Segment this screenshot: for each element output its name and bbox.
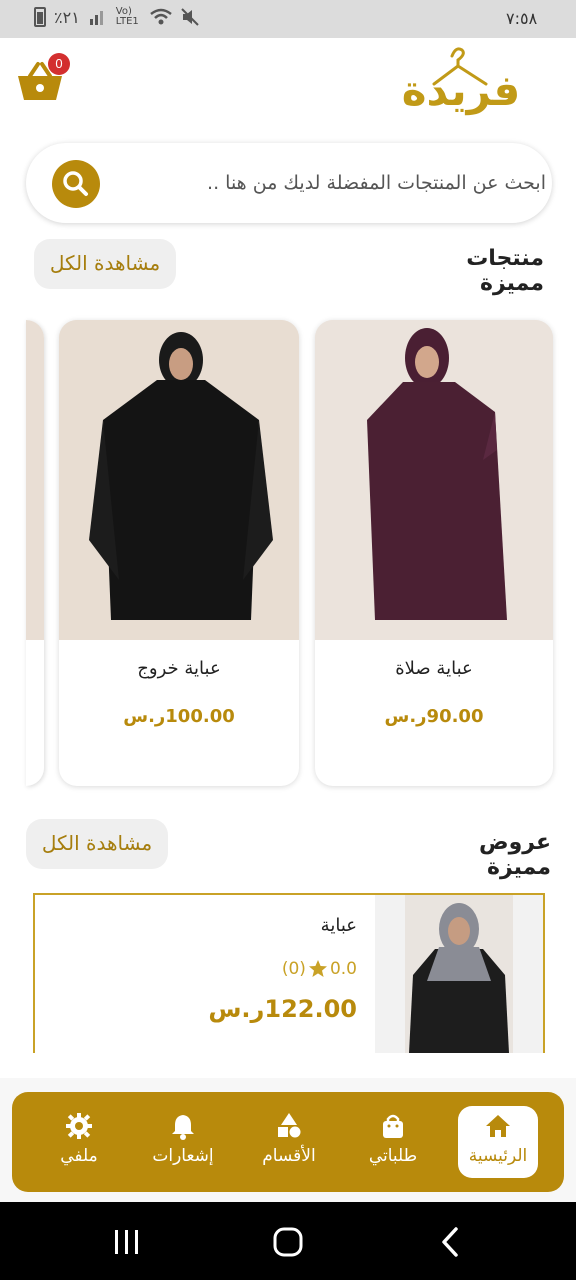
product-image (59, 320, 299, 640)
featured-products-title: منتجات مميزة (466, 246, 544, 296)
product-name: عباية صلاة (395, 658, 473, 679)
status-icons: ٪٢١ Vo) LTE1 (34, 7, 200, 27)
mute-icon (181, 8, 199, 26)
review-count: (0) (281, 959, 306, 979)
featured-products-view-all-button[interactable]: مشاهدة الكل (34, 239, 176, 289)
product-image (26, 320, 44, 640)
offer-rating: (0) 0.0 (282, 959, 357, 979)
nav-label-orders: طلباتي (368, 1146, 418, 1166)
offer-price: 122.00ر.س (208, 995, 357, 1023)
bell-icon (172, 1115, 194, 1140)
recent-apps-icon[interactable] (112, 1228, 142, 1256)
search-input[interactable] (118, 163, 546, 203)
system-navigation-bar (0, 1202, 576, 1280)
cart-count-badge: 0 (48, 53, 70, 75)
wifi-icon (150, 8, 172, 25)
featured-offers-title: عروض مميزة (479, 830, 551, 880)
nav-item-home[interactable]: الرئيسية (458, 1106, 538, 1178)
home-icon (486, 1115, 510, 1137)
network-label: Vo) LTE1 (115, 6, 139, 27)
nav-label-profile: ملفي (60, 1146, 98, 1166)
battery-icon (34, 7, 46, 27)
product-card-partial[interactable] (26, 320, 44, 786)
offer-name: عباية (320, 915, 357, 936)
search-icon (63, 171, 88, 196)
battery-percent: ٪٢١ (54, 7, 80, 27)
nav-label-notifications: إشعارات (152, 1146, 214, 1166)
offer-card[interactable]: عباية (0) 0.0 122.00ر.س (33, 893, 545, 1053)
back-icon[interactable] (438, 1226, 462, 1258)
status-bar: ٪٢١ Vo) LTE1 ٧:٥٨ (0, 0, 576, 38)
nav-label-home: الرئيسية (468, 1146, 528, 1166)
brand-logo: فريدة (401, 66, 521, 115)
app-screen: ٪٢١ Vo) LTE1 ٧:٥٨ 0 فريدة منتجات مميزة م… (0, 0, 576, 1280)
search-button[interactable] (52, 160, 100, 208)
product-image (315, 320, 553, 640)
nav-item-profile[interactable]: ملفي (34, 1106, 124, 1178)
rating-value: 0.0 (329, 959, 357, 979)
categories-icon (278, 1113, 301, 1138)
nav-item-notifications[interactable]: إشعارات (138, 1106, 228, 1178)
product-price: 90.00ر.س (384, 706, 484, 727)
offer-image (375, 895, 543, 1053)
featured-offers-view-all-button[interactable]: مشاهدة الكل (26, 819, 168, 869)
product-card[interactable]: عباية خروج 100.00ر.س (59, 320, 299, 786)
gear-icon (66, 1113, 92, 1139)
clock: ٧:٥٨ (506, 9, 538, 28)
home-button-icon[interactable] (272, 1226, 304, 1258)
grey-hijab-abaya-image (405, 895, 513, 1053)
nav-label-categories: الأقسام (262, 1146, 316, 1166)
product-card[interactable]: عباية صلاة 90.00ر.س (315, 320, 553, 786)
product-price: 100.00ر.س (123, 706, 235, 727)
star-icon (308, 960, 327, 977)
nav-item-categories[interactable]: الأقسام (244, 1106, 334, 1178)
purple-abaya-image (315, 320, 553, 640)
signal-icon (89, 11, 103, 25)
black-abaya-image (59, 320, 299, 640)
nav-item-orders[interactable]: طلباتي (348, 1106, 438, 1178)
shopping-bag-icon (383, 1114, 403, 1138)
product-name: عباية خروج (137, 658, 221, 679)
